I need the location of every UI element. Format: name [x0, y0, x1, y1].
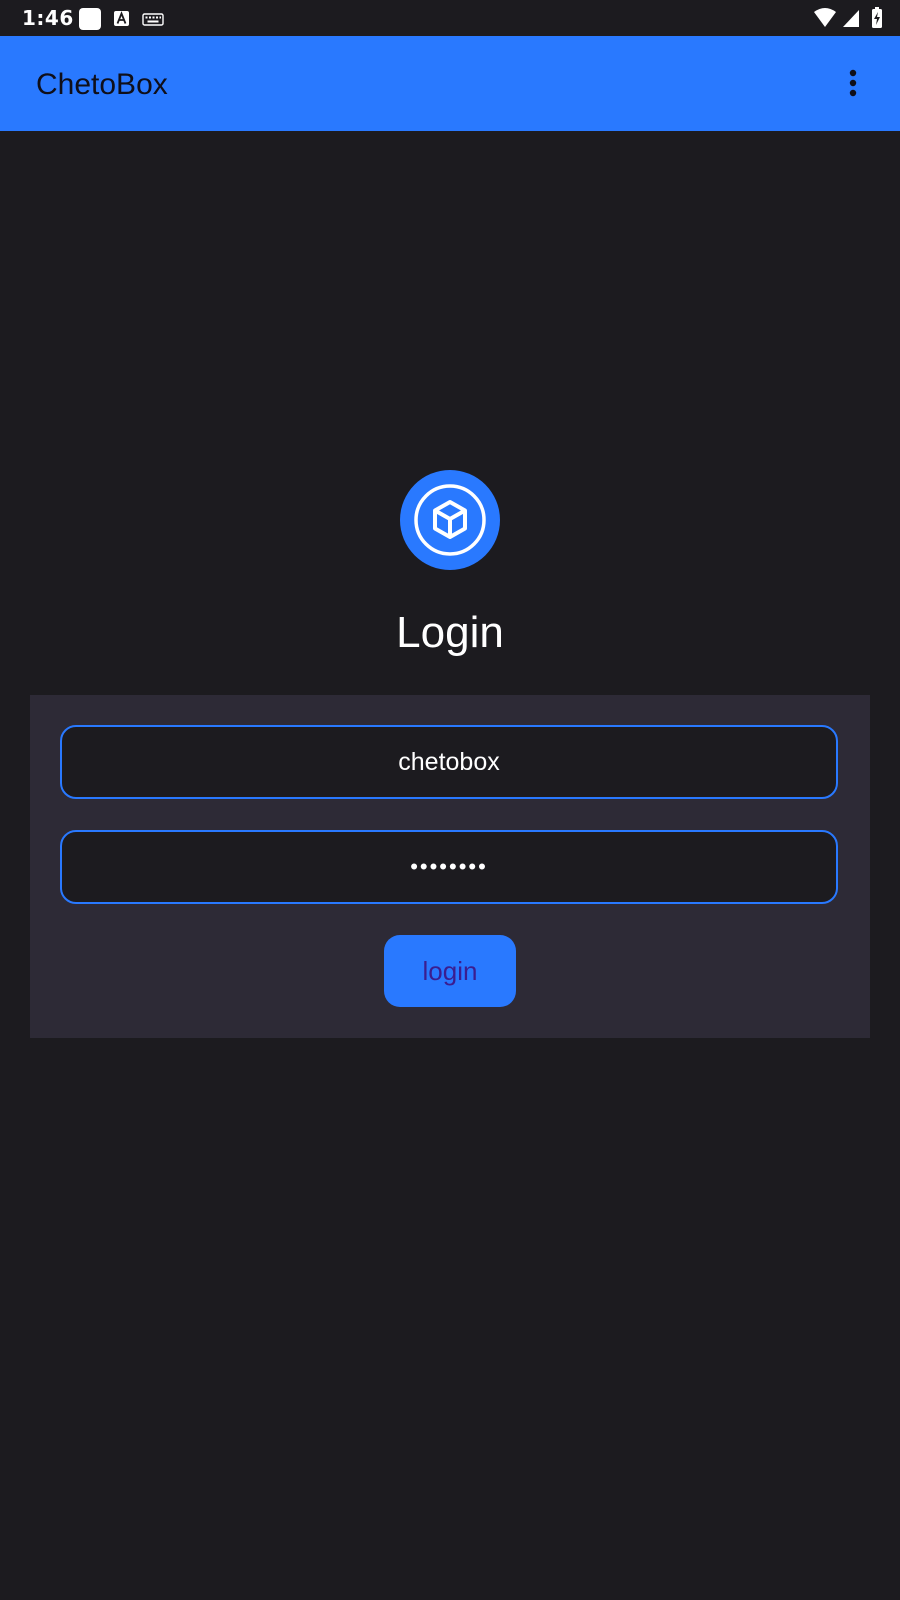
- text-a-icon: [114, 11, 129, 26]
- password-input[interactable]: [60, 830, 838, 904]
- keyboard-icon: [142, 13, 164, 26]
- notification-icons: [79, 8, 164, 30]
- username-input[interactable]: [60, 725, 838, 799]
- login-heading: Login: [396, 608, 504, 657]
- more-vert-icon: [849, 69, 857, 97]
- app-title: ChetoBox: [36, 68, 168, 101]
- login-button[interactable]: login: [384, 935, 516, 1007]
- status-bar: 1:46: [0, 0, 900, 36]
- blank-square-icon: [79, 8, 101, 30]
- overflow-menu-button[interactable]: [844, 68, 862, 100]
- cube-icon: [414, 484, 486, 556]
- app-logo: [400, 470, 500, 570]
- login-card: login: [30, 695, 870, 1038]
- wifi-icon: [814, 8, 836, 27]
- app-bar: ChetoBox: [0, 36, 900, 131]
- cell-signal-icon: [843, 10, 859, 27]
- battery-charging-icon: [872, 7, 882, 28]
- status-time: 1:46: [22, 6, 74, 30]
- system-icons: [814, 7, 882, 28]
